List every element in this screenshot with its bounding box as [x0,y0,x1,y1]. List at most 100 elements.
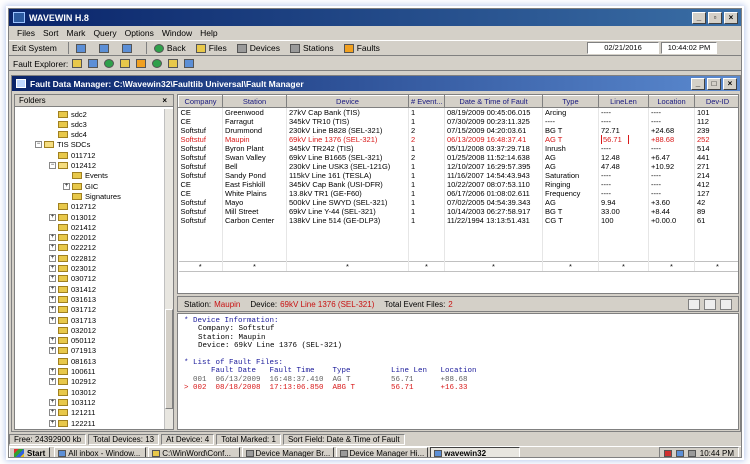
copy-icon[interactable] [152,59,163,68]
table-row[interactable]: Softstuf Carbon Center 138kV Line 514 (GE-… [178,216,738,225]
view-icon[interactable] [88,59,99,68]
expand-toggle-icon[interactable]: + [49,254,56,262]
refresh-icon[interactable] [104,59,115,68]
menu-mark[interactable]: Mark [63,28,90,38]
child-maximize-button[interactable]: □ [707,77,721,90]
expand-toggle-icon[interactable]: + [49,337,56,345]
tray-icon[interactable] [675,449,684,457]
folder-item[interactable]: −012412 [49,161,96,171]
folder-item[interactable]: +031713 [49,315,96,325]
print-icon[interactable] [720,298,732,310]
menu-options[interactable]: Options [121,28,158,38]
close-button[interactable]: × [724,11,738,24]
task-device-manager-hi[interactable]: Device Manager Hi... [336,447,429,457]
expand-toggle-icon[interactable]: + [49,275,56,283]
expand-toggle-icon[interactable]: + [49,398,56,406]
table-row[interactable]: Softstuf Bell 230kV Line USK3 (SEL-121G) 1 1… [178,162,738,171]
table-row[interactable]: CE Farragut 345kV TR10 (TIS) 1 07/30/2009 00… [178,117,738,126]
folder-item[interactable]: +022012 [49,233,96,243]
folder-item[interactable]: sdc3 [49,119,87,129]
filter-row[interactable]: * * * * * * * * * [178,261,738,272]
start-button[interactable]: Start [9,447,51,457]
folder-item[interactable]: +122211 [49,418,95,428]
folder-item[interactable]: 103012 [49,387,96,397]
folder-item[interactable]: + GIC [63,181,98,191]
folder-item[interactable]: +030712 [49,274,96,284]
folder-item[interactable]: +031613 [49,294,96,304]
folder-item[interactable]: 081613 [49,356,96,366]
folder-item[interactable]: +071913 [49,346,96,356]
folder-item[interactable]: +031712 [49,305,96,315]
table-row[interactable]: Softstuf Drummond 230kV Line B828 (SEL-321… [178,126,738,135]
table-row[interactable]: Softstuf Mill Street 69kV Line Y-44 (SEL-3… [178,207,738,216]
folder-item[interactable]: +050112 [49,336,95,346]
folder-item[interactable]: +013012 [49,212,96,222]
bulb-icon[interactable] [136,59,147,68]
fault-file-002[interactable]: > 002 08/18/2008 17:13:06.850 ABG T 56.7… [184,384,732,392]
folder-item[interactable]: +022812 [49,253,96,263]
faults-button[interactable]: Faults [341,42,383,55]
task-inbox[interactable]: All inbox - Window... [54,447,147,457]
column-header[interactable]: Station [222,95,287,108]
expand-toggle-icon[interactable]: + [49,316,56,324]
column-header[interactable]: Company [178,95,223,108]
folder-item[interactable]: +103112 [49,397,95,407]
tray-icon[interactable] [663,449,672,457]
table-row[interactable]: CE White Plains 13.8kV TR1 (GE-F60) 1 06/17/… [178,189,738,198]
folder-item[interactable]: Events [63,171,108,181]
restore-button[interactable]: ▫ [708,11,722,24]
open-folder-icon[interactable] [72,59,83,68]
folder-item[interactable]: sdc2 [49,109,87,119]
expand-toggle-icon[interactable]: + [49,419,56,427]
column-header[interactable]: Device [286,95,409,108]
table-row[interactable]: Softstuf Swan Valley 69kV Line B1665 (SEL-… [178,153,738,162]
column-header[interactable]: Location [648,95,695,108]
menu-sort[interactable]: Sort [39,28,63,38]
folder-item[interactable]: +022212 [49,243,96,253]
folder-item[interactable]: +031412 [49,284,96,294]
expand-toggle-icon[interactable]: − [49,162,56,169]
menu-files[interactable]: Files [13,28,39,38]
folder-item[interactable]: +121211 [49,408,95,418]
fault-file-001[interactable]: 001 06/13/2009 16:48:37.410 AG T 56.71 +… [184,376,732,384]
column-header[interactable]: LineLen [598,95,649,108]
files-button[interactable]: Files [193,42,230,55]
folder-item[interactable]: 011712 [49,150,95,160]
menu-query[interactable]: Query [89,28,120,38]
expand-toggle-icon[interactable]: + [49,347,56,355]
paste-icon[interactable] [168,59,179,68]
expand-toggle-icon[interactable]: + [49,409,56,417]
task-wavewin32[interactable]: wavewin32 [430,447,521,457]
expand-toggle-icon[interactable]: + [49,295,56,303]
folder-item[interactable]: +102912 [49,377,96,387]
folder-item[interactable]: sdc4 [49,130,87,140]
layout1-button[interactable] [73,42,92,55]
expand-toggle-icon[interactable]: + [49,244,56,252]
column-header[interactable]: Date & Time of Fault [444,95,543,108]
expand-toggle-icon[interactable]: + [49,265,56,272]
table-row[interactable]: Softstuf Mayo 500kV Line SWYD (SEL-321) 1 07… [178,198,738,207]
network-icon[interactable] [184,59,195,68]
folder-icon[interactable] [120,59,131,68]
expand-toggle-icon[interactable]: + [63,182,70,190]
table-row[interactable]: Softstuf Maupin 69kV Line 1376 (SEL-321) 2 0… [178,135,738,144]
folder-item[interactable]: − TIS SDCs [35,140,90,150]
expand-toggle-icon[interactable]: + [49,306,56,314]
task-device-manager-br[interactable]: Device Manager Br... [242,447,335,457]
expand-toggle-icon[interactable]: + [49,368,56,375]
child-minimize-button[interactable]: _ [691,77,705,90]
exit-system-button[interactable]: Exit System [9,42,60,55]
back-button[interactable]: Back [151,42,189,55]
child-close-button[interactable]: × [723,77,737,90]
expand-toggle-icon[interactable]: + [49,213,56,221]
expand-toggle-icon[interactable]: + [49,378,56,386]
minimize-button[interactable]: _ [692,11,706,24]
folder-item[interactable]: 012712 [49,202,96,212]
folder-scrollbar[interactable] [164,109,173,429]
table-row[interactable]: Softstuf Sandy Pond 115kV Line 161 (TESLA)… [178,171,738,180]
layout3-button[interactable] [119,42,138,55]
column-header[interactable]: # Event... [408,95,445,108]
stations-button[interactable]: Stations [287,42,337,55]
menu-help[interactable]: Help [196,28,221,38]
folder-item[interactable]: +023012 [49,264,96,274]
